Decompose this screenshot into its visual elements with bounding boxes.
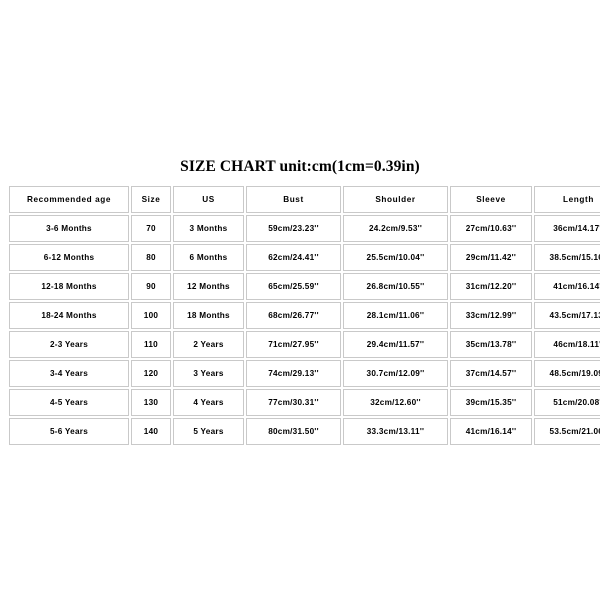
table-header: Recommended age Size US Bust Shoulder Sleeve L… bbox=[9, 186, 600, 213]
cell-size: 130 bbox=[131, 389, 171, 416]
cell-bust: 68cm/26.77'' bbox=[246, 302, 341, 329]
cell-length: 46cm/18.11'' bbox=[534, 331, 600, 358]
cell-length: 38.5cm/15.16'' bbox=[534, 244, 600, 271]
column-header-recommended-age: Recommended age bbox=[9, 186, 129, 213]
column-header-length: Length bbox=[534, 186, 600, 213]
table-header-row: Recommended age Size US Bust Shoulder Sleeve L… bbox=[9, 186, 600, 213]
cell-bust: 71cm/27.95'' bbox=[246, 331, 341, 358]
cell-length: 41cm/16.14'' bbox=[534, 273, 600, 300]
cell-bust: 65cm/25.59'' bbox=[246, 273, 341, 300]
cell-recommended-age: 18-24 Months bbox=[9, 302, 129, 329]
cell-recommended-age: 5-6 Years bbox=[9, 418, 129, 445]
cell-bust: 77cm/30.31'' bbox=[246, 389, 341, 416]
table-row: 3-4 Years 120 3 Years 74cm/29.13'' 30.7cm/12… bbox=[9, 360, 600, 387]
cell-sleeve: 31cm/12.20'' bbox=[450, 273, 532, 300]
cell-us: 5 Years bbox=[173, 418, 244, 445]
cell-shoulder: 32cm/12.60'' bbox=[343, 389, 448, 416]
table-row: 6-12 Months 80 6 Months 62cm/24.41'' 25.5cm/… bbox=[9, 244, 600, 271]
cell-length: 48.5cm/19.09'' bbox=[534, 360, 600, 387]
size-chart-table: Recommended age Size US Bust Shoulder Sleeve L… bbox=[7, 184, 600, 447]
cell-shoulder: 30.7cm/12.09'' bbox=[343, 360, 448, 387]
cell-length: 43.5cm/17.13'' bbox=[534, 302, 600, 329]
cell-shoulder: 33.3cm/13.11'' bbox=[343, 418, 448, 445]
cell-size: 100 bbox=[131, 302, 171, 329]
cell-recommended-age: 4-5 Years bbox=[9, 389, 129, 416]
cell-bust: 80cm/31.50'' bbox=[246, 418, 341, 445]
cell-size: 110 bbox=[131, 331, 171, 358]
cell-us: 6 Months bbox=[173, 244, 244, 271]
column-header-bust: Bust bbox=[246, 186, 341, 213]
size-chart-page: SIZE CHART unit:cm(1cm=0.39in) Recommend… bbox=[0, 0, 600, 600]
cell-bust: 62cm/24.41'' bbox=[246, 244, 341, 271]
cell-sleeve: 35cm/13.78'' bbox=[450, 331, 532, 358]
size-chart-table-container: Recommended age Size US Bust Shoulder Sleeve L… bbox=[7, 184, 600, 447]
cell-us: 18 Months bbox=[173, 302, 244, 329]
column-header-us: US bbox=[173, 186, 244, 213]
cell-recommended-age: 3-4 Years bbox=[9, 360, 129, 387]
cell-sleeve: 27cm/10.63'' bbox=[450, 215, 532, 242]
column-header-shoulder: Shoulder bbox=[343, 186, 448, 213]
table-row: 4-5 Years 130 4 Years 77cm/30.31'' 32cm/12.6… bbox=[9, 389, 600, 416]
cell-us: 3 Years bbox=[173, 360, 244, 387]
cell-length: 53.5cm/21.06'' bbox=[534, 418, 600, 445]
cell-recommended-age: 12-18 Months bbox=[9, 273, 129, 300]
cell-size: 90 bbox=[131, 273, 171, 300]
cell-shoulder: 28.1cm/11.06'' bbox=[343, 302, 448, 329]
cell-sleeve: 37cm/14.57'' bbox=[450, 360, 532, 387]
cell-bust: 59cm/23.23'' bbox=[246, 215, 341, 242]
cell-size: 120 bbox=[131, 360, 171, 387]
cell-us: 4 Years bbox=[173, 389, 244, 416]
cell-shoulder: 29.4cm/11.57'' bbox=[343, 331, 448, 358]
cell-size: 70 bbox=[131, 215, 171, 242]
cell-shoulder: 26.8cm/10.55'' bbox=[343, 273, 448, 300]
cell-us: 12 Months bbox=[173, 273, 244, 300]
table-row: 2-3 Years 110 2 Years 71cm/27.95'' 29.4cm/11… bbox=[9, 331, 600, 358]
cell-size: 80 bbox=[131, 244, 171, 271]
table-row: 18-24 Months 100 18 Months 68cm/26.77'' 28.1… bbox=[9, 302, 600, 329]
column-header-size: Size bbox=[131, 186, 171, 213]
table-body: 3-6 Months 70 3 Months 59cm/23.23'' 24.2cm/9… bbox=[9, 215, 600, 445]
cell-sleeve: 39cm/15.35'' bbox=[450, 389, 532, 416]
table-row: 5-6 Years 140 5 Years 80cm/31.50'' 33.3cm/13… bbox=[9, 418, 600, 445]
table-row: 12-18 Months 90 12 Months 65cm/25.59'' 26.8c… bbox=[9, 273, 600, 300]
cell-recommended-age: 6-12 Months bbox=[9, 244, 129, 271]
cell-shoulder: 24.2cm/9.53'' bbox=[343, 215, 448, 242]
cell-recommended-age: 3-6 Months bbox=[9, 215, 129, 242]
cell-us: 2 Years bbox=[173, 331, 244, 358]
cell-size: 140 bbox=[131, 418, 171, 445]
column-header-sleeve: Sleeve bbox=[450, 186, 532, 213]
cell-sleeve: 29cm/11.42'' bbox=[450, 244, 532, 271]
cell-sleeve: 41cm/16.14'' bbox=[450, 418, 532, 445]
cell-length: 36cm/14.17'' bbox=[534, 215, 600, 242]
cell-shoulder: 25.5cm/10.04'' bbox=[343, 244, 448, 271]
cell-sleeve: 33cm/12.99'' bbox=[450, 302, 532, 329]
cell-length: 51cm/20.08'' bbox=[534, 389, 600, 416]
cell-bust: 74cm/29.13'' bbox=[246, 360, 341, 387]
table-row: 3-6 Months 70 3 Months 59cm/23.23'' 24.2cm/9… bbox=[9, 215, 600, 242]
page-title: SIZE CHART unit:cm(1cm=0.39in) bbox=[180, 158, 420, 175]
cell-recommended-age: 2-3 Years bbox=[9, 331, 129, 358]
cell-us: 3 Months bbox=[173, 215, 244, 242]
